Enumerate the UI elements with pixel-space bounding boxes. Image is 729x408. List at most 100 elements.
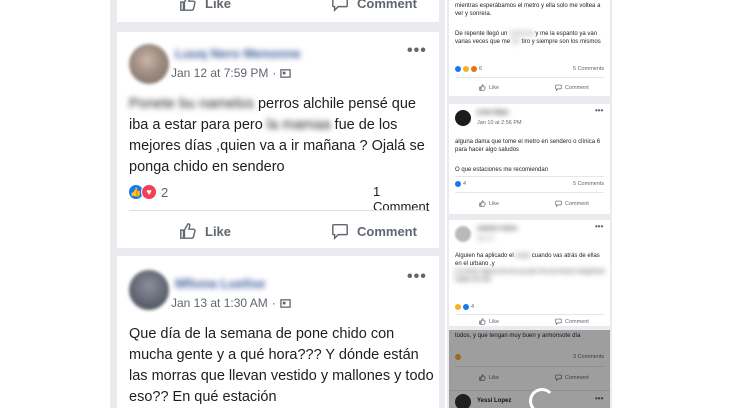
post-date[interactable]: Jan 13 at 1:30 AM <box>171 296 268 310</box>
post-text: alguna dama que tome el metro en sendero… <box>455 139 601 153</box>
blurred-text: no estoy segura de eso ya que me da much… <box>455 269 605 283</box>
post-text: Alguien ha aplicado el rucas cuando vas … <box>455 252 605 268</box>
reaction-count: 4 <box>471 304 475 310</box>
post-author[interactable]: Mfiona Luelise <box>175 276 265 291</box>
blurred-text: carterista <box>509 31 534 37</box>
like-reaction-icon <box>463 304 469 310</box>
dot-separator: · <box>271 296 276 310</box>
divider <box>129 210 427 211</box>
post-text-part: tiro y siempre son los mismos <box>521 39 601 45</box>
like-icon <box>180 223 196 239</box>
comment-button[interactable]: Comment <box>331 222 417 240</box>
comment-label: Comment <box>565 200 589 207</box>
reactions-summary[interactable]: 👍 ♥ 2 <box>129 184 168 200</box>
more-options-icon[interactable]: ••• <box>407 268 427 286</box>
post-text: De repente llegó un carterista y me la e… <box>455 30 605 46</box>
like-button[interactable]: Like <box>479 318 499 325</box>
post-author[interactable]: Jazmin Flores <box>477 226 517 232</box>
comment-preview: O que estaciones me recomiendan <box>455 167 549 173</box>
comment-button[interactable]: Comment <box>555 84 589 91</box>
like-icon <box>479 318 486 325</box>
reactions-summary[interactable]: 4 <box>455 181 466 187</box>
avatar[interactable] <box>129 270 169 310</box>
more-options-icon[interactable]: ••• <box>595 106 603 115</box>
comment-label: Comment <box>357 223 417 239</box>
comment-icon <box>555 84 562 91</box>
wow-reaction-icon <box>471 66 477 72</box>
loading-spinner-icon <box>529 388 555 408</box>
previous-post-card: Like Comment <box>117 0 439 22</box>
post-card: Jazmin Flores Jan 12 ••• Alguien ha apli… <box>449 220 610 326</box>
post-date[interactable]: Jan 12 <box>477 236 494 242</box>
comment-label: Comment <box>565 318 589 325</box>
blurred-text: rucas <box>515 253 531 259</box>
group-privacy-icon <box>280 298 291 308</box>
reactions-summary[interactable]: 6 <box>455 66 482 72</box>
post-text: mientras esperábamos el metro y ella sol… <box>455 3 601 17</box>
comment-count[interactable]: 5 Comments <box>573 66 604 72</box>
like-label: Like <box>489 84 500 91</box>
like-icon <box>479 84 486 91</box>
like-label: Like <box>205 0 232 11</box>
post-card: Mfiona Luelise Jan 13 at 1:30 AM · ••• Q… <box>117 256 439 408</box>
divider <box>455 314 604 315</box>
like-reaction-icon <box>455 181 461 187</box>
haha-reaction-icon <box>463 66 469 72</box>
comment-icon <box>555 318 562 325</box>
reactions-summary[interactable]: 4 <box>455 304 474 310</box>
post-card: Erika Mejia Jan 10 at 2:56 PM ••• alguna… <box>449 104 610 214</box>
divider <box>455 192 604 193</box>
post-card: todos, y que tengan muy buen y armonsote… <box>449 330 610 408</box>
comment-button[interactable]: Comment <box>555 318 589 325</box>
like-button[interactable]: Like <box>179 0 231 12</box>
post-date[interactable]: Jan 10 at 2:56 PM <box>477 120 522 126</box>
blurred-text: Ponete bu namelos <box>129 96 254 112</box>
comment-button[interactable]: Comment <box>331 0 417 12</box>
love-reaction-icon: ♥ <box>141 184 157 200</box>
post-text: Ponete bu namelos perros alchile pensé q… <box>129 94 429 178</box>
left-feed-panel: Like Comment Luuq Nero Menonne Jan 12 at… <box>110 0 445 408</box>
post-text-part: De repente llegó un <box>455 31 508 37</box>
divider <box>455 176 604 177</box>
post-card: Luuq Nero Menonne Jan 12 at 7:59 PM · ••… <box>117 32 439 248</box>
post-date[interactable]: Jan 12 at 7:59 PM <box>171 66 268 80</box>
post-author[interactable]: Luuq Nero Menonne <box>175 46 301 61</box>
post-card: mientras esperábamos el metro y ella sol… <box>449 0 610 96</box>
divider <box>455 77 604 78</box>
avatar[interactable] <box>455 110 471 126</box>
comment-icon <box>555 200 562 207</box>
reaction-count: 6 <box>479 66 483 72</box>
post-text: Que día de la semana de pone chido con m… <box>129 326 434 405</box>
more-options-icon[interactable]: ••• <box>595 222 603 231</box>
comment-icon <box>332 223 348 240</box>
haha-reaction-icon <box>455 304 461 310</box>
like-label: Like <box>489 200 500 207</box>
post-author[interactable]: Erika Mejia <box>477 110 508 116</box>
like-label: Like <box>489 318 500 325</box>
like-reaction-icon <box>455 66 461 72</box>
group-privacy-icon <box>280 68 292 78</box>
comment-icon <box>332 0 348 12</box>
comment-count[interactable]: 5 Comments <box>573 181 604 187</box>
like-label: Like <box>205 223 232 239</box>
avatar[interactable] <box>455 226 471 242</box>
like-button[interactable]: Like <box>479 200 499 207</box>
like-icon <box>479 200 486 207</box>
comment-label: Comment <box>357 0 417 11</box>
reaction-count: 4 <box>463 181 467 187</box>
reaction-count: 2 <box>161 184 169 200</box>
like-button[interactable]: Like <box>479 84 499 91</box>
blurred-text: tiro <box>511 39 521 45</box>
right-feed-panel: mientras esperábamos el metro y ella sol… <box>447 0 612 408</box>
dot-separator: · <box>272 66 277 80</box>
more-options-icon[interactable]: ••• <box>407 42 427 60</box>
post-meta: Jan 12 at 7:59 PM · <box>171 66 292 80</box>
blurred-text: la mamaa <box>266 117 331 133</box>
avatar[interactable] <box>129 44 169 84</box>
like-icon <box>180 0 196 11</box>
like-button[interactable]: Like <box>179 222 231 240</box>
post-meta: Jan 13 at 1:30 AM · <box>171 296 291 310</box>
post-text-part: Alguien ha aplicado el <box>455 253 514 259</box>
comment-label: Comment <box>565 84 589 91</box>
comment-button[interactable]: Comment <box>555 200 589 207</box>
